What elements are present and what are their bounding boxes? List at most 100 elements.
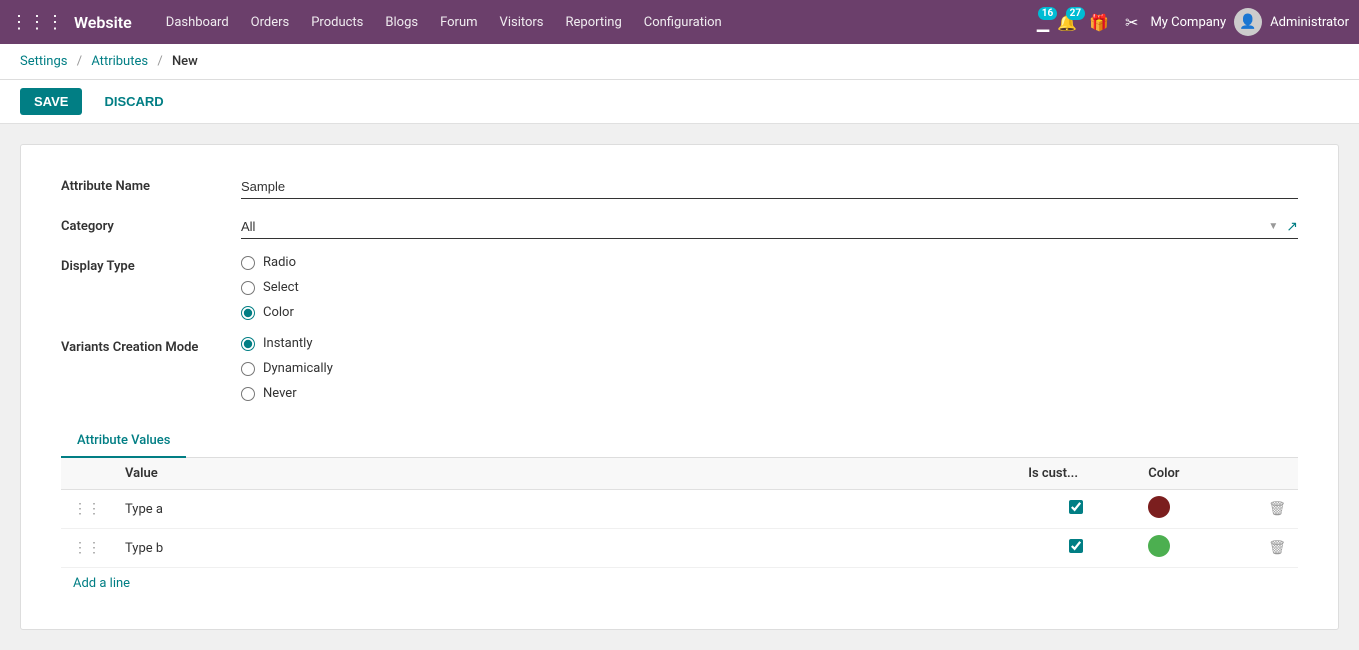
messages-badge[interactable]: 🔔 27 — [1057, 13, 1077, 32]
radio-option-radio[interactable]: Radio — [241, 255, 1298, 270]
drag-cell: ⋮⋮ — [61, 529, 113, 568]
radio-label-select: Select — [263, 280, 299, 295]
radio-option-never[interactable]: Never — [241, 386, 1298, 401]
is-custom-cell — [1016, 529, 1136, 568]
company-name[interactable]: My Company — [1150, 15, 1226, 30]
table-row: ⋮⋮ Type b 🗑 — [61, 529, 1298, 568]
breadcrumb: Settings / Attributes / New — [0, 44, 1359, 80]
nav-configuration[interactable]: Configuration — [634, 11, 732, 34]
chevron-down-icon: ▼ — [1268, 221, 1278, 232]
avatar[interactable]: 👤 — [1234, 8, 1262, 36]
table-row: ⋮⋮ Type a 🗑 — [61, 490, 1298, 529]
radio-input-never[interactable] — [241, 387, 255, 401]
delete-cell: 🗑 — [1256, 490, 1298, 529]
brand-logo: Website — [74, 13, 132, 32]
category-field: All ▼ ↗ — [241, 215, 1298, 239]
value-cell[interactable]: Type b — [113, 529, 1016, 568]
value-cell[interactable]: Type a — [113, 490, 1016, 529]
is-custom-cell — [1016, 490, 1136, 529]
tab-section: Attribute Values Value Is cust... Color … — [61, 425, 1298, 599]
drag-cell: ⋮⋮ — [61, 490, 113, 529]
attribute-name-input[interactable] — [241, 175, 1298, 199]
display-type-label: Display Type — [61, 255, 241, 274]
grid-icon[interactable]: ⋮⋮⋮ — [10, 12, 64, 33]
display-type-radio-group: Radio Select Color — [241, 255, 1298, 320]
nav-dashboard[interactable]: Dashboard — [156, 11, 239, 34]
variants-label: Variants Creation Mode — [61, 336, 241, 355]
radio-option-dynamically[interactable]: Dynamically — [241, 361, 1298, 376]
nav-orders[interactable]: Orders — [241, 11, 300, 34]
nav-reporting[interactable]: Reporting — [556, 11, 632, 34]
drag-handle-icon[interactable]: ⋮⋮ — [73, 540, 101, 556]
th-delete — [1256, 458, 1298, 490]
gift-icon[interactable]: 🎁 — [1085, 9, 1113, 36]
radio-input-color[interactable] — [241, 306, 255, 320]
radio-label-instantly: Instantly — [263, 336, 313, 351]
radio-option-instantly[interactable]: Instantly — [241, 336, 1298, 351]
variants-row: Variants Creation Mode Instantly Dynamic… — [61, 336, 1298, 401]
tab-list: Attribute Values — [61, 425, 1298, 458]
activity-count: 16 — [1038, 7, 1057, 20]
breadcrumb-attributes[interactable]: Attributes — [91, 54, 148, 69]
radio-input-radio[interactable] — [241, 256, 255, 270]
nav-forum[interactable]: Forum — [430, 11, 487, 34]
add-line-label[interactable]: Add a line — [61, 568, 142, 599]
nav-items: Dashboard Orders Products Blogs Forum Vi… — [156, 11, 1033, 34]
breadcrumb-current: New — [172, 54, 198, 69]
color-cell — [1136, 529, 1256, 568]
delete-row-icon[interactable]: 🗑 — [1268, 540, 1286, 556]
attribute-values-table: Value Is cust... Color ⋮⋮ Type a 🗑 — [61, 458, 1298, 568]
display-type-field: Radio Select Color — [241, 255, 1298, 320]
radio-label-radio: Radio — [263, 255, 296, 270]
drag-handle-icon[interactable]: ⋮⋮ — [73, 501, 101, 517]
radio-option-select[interactable]: Select — [241, 280, 1298, 295]
attribute-name-row: Attribute Name — [61, 175, 1298, 199]
nav-products[interactable]: Products — [301, 11, 373, 34]
radio-option-color[interactable]: Color — [241, 305, 1298, 320]
category-select[interactable]: All — [241, 215, 1260, 238]
attribute-name-field — [241, 175, 1298, 199]
action-bar: SAVE DISCARD — [0, 80, 1359, 124]
add-line-button[interactable]: Add a line — [61, 568, 1298, 599]
attribute-name-label: Attribute Name — [61, 175, 241, 194]
is-custom-checkbox[interactable] — [1069, 539, 1083, 553]
radio-input-dynamically[interactable] — [241, 362, 255, 376]
radio-label-never: Never — [263, 386, 297, 401]
top-navigation: ⋮⋮⋮ Website Dashboard Orders Products Bl… — [0, 0, 1359, 44]
is-custom-checkbox[interactable] — [1069, 500, 1083, 514]
category-select-wrapper: All ▼ ↗ — [241, 215, 1298, 239]
th-is-custom: Is cust... — [1016, 458, 1136, 490]
form-card: Attribute Name Category All ▼ ↗ Display … — [20, 144, 1339, 630]
main-content: Attribute Name Category All ▼ ↗ Display … — [0, 124, 1359, 650]
color-swatch[interactable] — [1148, 535, 1170, 557]
nav-right: ▁ 16 🔔 27 🎁 ✂ My Company 👤 Administrator — [1037, 8, 1349, 36]
category-row: Category All ▼ ↗ — [61, 215, 1298, 239]
nav-visitors[interactable]: Visitors — [490, 11, 554, 34]
radio-input-select[interactable] — [241, 281, 255, 295]
discard-button[interactable]: DISCARD — [90, 88, 177, 115]
th-value: Value — [113, 458, 1016, 490]
radio-label-color: Color — [263, 305, 294, 320]
activity-badge[interactable]: ▁ 16 — [1037, 13, 1049, 32]
user-name[interactable]: Administrator — [1270, 15, 1349, 30]
radio-label-dynamically: Dynamically — [263, 361, 333, 376]
radio-input-instantly[interactable] — [241, 337, 255, 351]
category-label: Category — [61, 215, 241, 234]
tools-icon[interactable]: ✂ — [1121, 9, 1142, 36]
table-header-row: Value Is cust... Color — [61, 458, 1298, 490]
nav-blogs[interactable]: Blogs — [375, 11, 428, 34]
external-link-icon[interactable]: ↗ — [1286, 219, 1298, 235]
save-button[interactable]: SAVE — [20, 88, 82, 115]
delete-row-icon[interactable]: 🗑 — [1268, 501, 1286, 517]
breadcrumb-settings[interactable]: Settings — [20, 54, 67, 69]
display-type-row: Display Type Radio Select Color — [61, 255, 1298, 320]
breadcrumb-sep-2: / — [157, 54, 162, 69]
color-cell — [1136, 490, 1256, 529]
th-color: Color — [1136, 458, 1256, 490]
th-drag — [61, 458, 113, 490]
color-swatch[interactable] — [1148, 496, 1170, 518]
messages-count: 27 — [1066, 7, 1085, 20]
tab-attribute-values[interactable]: Attribute Values — [61, 425, 186, 458]
variants-field: Instantly Dynamically Never — [241, 336, 1298, 401]
variants-radio-group: Instantly Dynamically Never — [241, 336, 1298, 401]
